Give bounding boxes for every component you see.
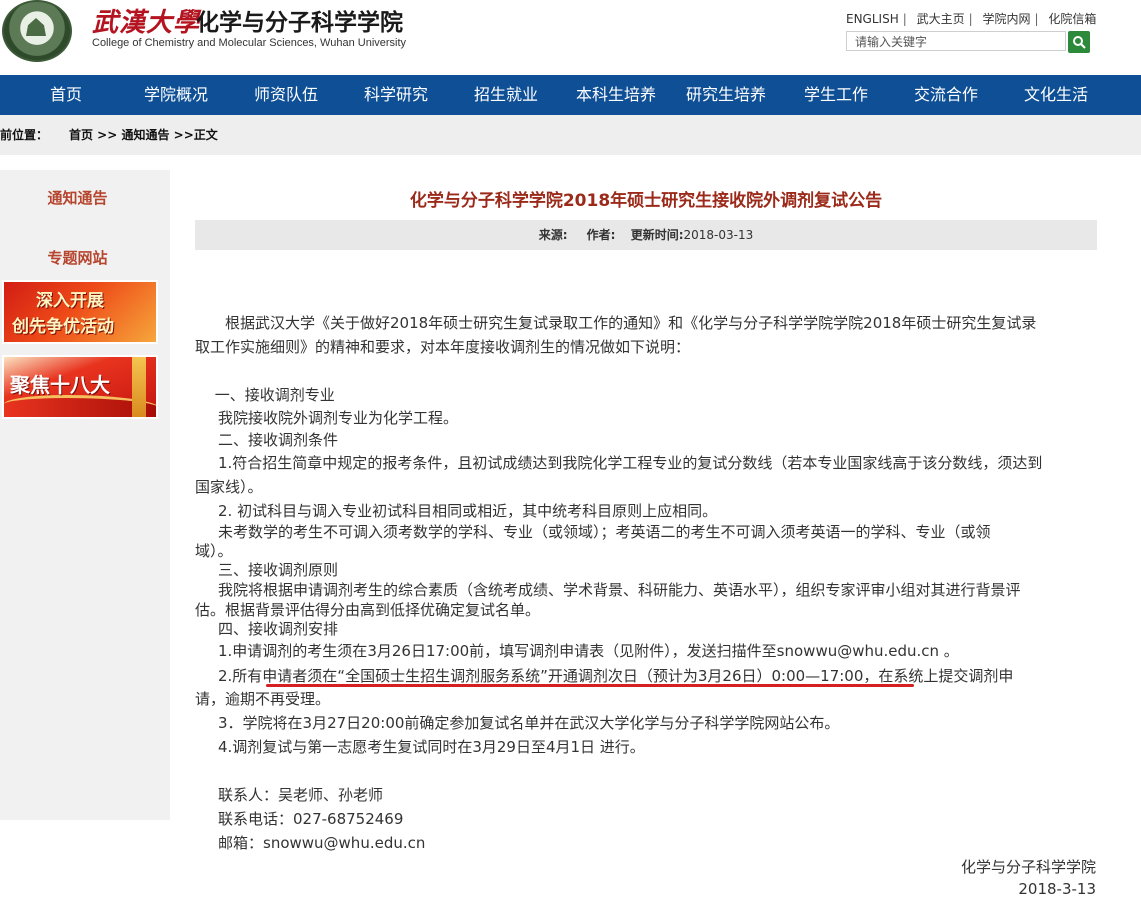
intranet-link[interactable]: 学院内网: [983, 12, 1031, 26]
sidebar-item-notices[interactable]: 通知通告: [0, 187, 155, 208]
paragraph-line: 4.调剂复试与第一志愿考生复试同时在3月29日至4月1日 进行。: [203, 738, 645, 756]
search-bar: 请输入关键字: [846, 31, 1090, 53]
article-title: 化学与分子科学学院2018年硕士研究生接收院外调剂复试公告: [409, 191, 883, 211]
paragraph-line: 1.申请调剂的考生须在3月26日17:00前，填写调剂申请表（见附件），发送扫描…: [203, 642, 959, 660]
section-heading: 四、接收调剂安排: [203, 620, 339, 638]
search-icon: [1073, 36, 1086, 49]
sidebar: 通知通告 专题网站 深入开展 创先争优活动 聚焦十八大: [0, 170, 170, 820]
whu-home-link[interactable]: 武大主页: [917, 12, 965, 26]
banner-line: 创先争优活动: [12, 317, 114, 337]
paragraph-line: 3．学院将在3月27日20:00前确定参加复试名单并在武汉大学化学与分子科学学院…: [203, 714, 840, 732]
meta-time: 2018-03-13: [683, 228, 754, 242]
top-links: ENGLISH | 武大主页 | 学院内网 | 化院信箱: [846, 10, 1100, 27]
contact-person: 联系人：吴老师、孙老师: [203, 786, 384, 804]
paragraph-line: 2. 初试科目与调入专业初试科目相同或相近，其中统考科目原则上应相同。: [203, 502, 718, 520]
section-heading: 二、接收调剂条件: [203, 431, 339, 449]
paragraph-line: 我院接收院外调剂专业为化学工程。: [203, 409, 459, 427]
breadcrumb-path[interactable]: 首页 >> 通知通告 >>正文: [69, 126, 218, 143]
university-name-script: 武漢大學: [92, 8, 201, 38]
paragraph-line: 估。根据背景评估得分由高到低择优确定复试名单。: [195, 601, 541, 619]
nav-exchange[interactable]: 交流合作: [891, 75, 1001, 115]
nav-faculty[interactable]: 师资队伍: [231, 75, 341, 115]
paragraph-line: 域）。: [195, 542, 233, 560]
divider: |: [1034, 12, 1039, 26]
nav-home[interactable]: 首页: [11, 75, 121, 115]
search-button[interactable]: [1068, 31, 1090, 53]
section-heading: 一、接收调剂专业: [195, 386, 335, 404]
signature: 化学与分子科学学院: [960, 858, 1096, 876]
paragraph-line: 取工作实施细则》的精神和要求，对本年度接收调剂生的情况做如下说明：: [195, 338, 691, 356]
banner-line: 聚焦十八大: [10, 373, 110, 397]
banner-shibada[interactable]: 聚焦十八大: [2, 355, 158, 419]
paragraph-line: 我院将根据申请调剂考生的综合素质（含统考成绩、学术背景、科研能力、英语水平），组…: [203, 581, 1021, 599]
banner-decoration: [132, 357, 146, 417]
nav-admissions[interactable]: 招生就业: [451, 75, 561, 115]
meta-author: 作者:: [586, 228, 616, 242]
mailbox-link[interactable]: 化院信箱: [1048, 12, 1096, 26]
college-name: 化学与分子科学学院: [196, 10, 403, 36]
signature-date: 2018-3-13: [1018, 880, 1096, 898]
nav-undergraduate[interactable]: 本科生培养: [561, 75, 671, 115]
meta-time-label: 更新时间:: [630, 228, 684, 242]
breadcrumb-bar: 前位置： 首页 >> 通知通告 >>正文: [0, 115, 1141, 155]
paragraph-line: 国家线）。: [195, 478, 263, 496]
banner-line: 深入开展: [36, 291, 104, 311]
paragraph-line: 1.符合招生简章中规定的报考条件，且初试成绩达到我院化学工程专业的复试分数线（若…: [203, 454, 1043, 472]
search-input[interactable]: 请输入关键字: [846, 31, 1066, 51]
section-heading: 三、接收调剂原则: [203, 561, 339, 579]
paragraph-line: 未考数学的考生不可调入须考数学的学科、专业（或领域）；考英语二的考生不可调入须考…: [203, 523, 991, 541]
breadcrumb-label: 前位置：: [0, 128, 49, 142]
contact-email: 邮箱：snowwu@whu.edu.cn: [203, 834, 426, 852]
nav-culture[interactable]: 文化生活: [1001, 75, 1111, 115]
highlight-underline: [266, 684, 914, 687]
sidebar-item-topic-sites[interactable]: 专题网站: [0, 247, 155, 268]
article-meta: 来源: 作者: 更新时间:2018-03-13: [195, 220, 1097, 250]
paragraph-line: 根据武汉大学《关于做好2018年硕士研究生复试录取工作的通知》和《化学与分子科学…: [195, 314, 1037, 332]
university-seal-logo[interactable]: [2, 0, 72, 62]
divider: |: [902, 12, 907, 26]
college-name-english: College of Chemistry and Molecular Scien…: [92, 37, 407, 49]
english-link[interactable]: ENGLISH: [846, 12, 899, 26]
nav-about[interactable]: 学院概况: [121, 75, 231, 115]
banner-chuangxian[interactable]: 深入开展 创先争优活动: [2, 280, 158, 344]
nav-graduate[interactable]: 研究生培养: [671, 75, 781, 115]
paragraph-line: 2.所有申请者须在“全国硕士生招生调剂服务系统”开通调剂次日（预计为3月26日）…: [203, 667, 1014, 685]
nav-research[interactable]: 科学研究: [341, 75, 451, 115]
contact-phone: 联系电话：027-68752469: [203, 810, 404, 828]
divider: |: [968, 12, 973, 26]
nav-student-work[interactable]: 学生工作: [781, 75, 891, 115]
site-header: 武漢大學 化学与分子科学学院 College of Chemistry and …: [0, 0, 1141, 75]
main-nav: 首页 学院概况 师资队伍 科学研究 招生就业 本科生培养 研究生培养 学生工作 …: [0, 75, 1141, 115]
paragraph-line: 请，逾期不再受理。: [195, 690, 331, 708]
meta-source: 来源:: [538, 228, 568, 242]
